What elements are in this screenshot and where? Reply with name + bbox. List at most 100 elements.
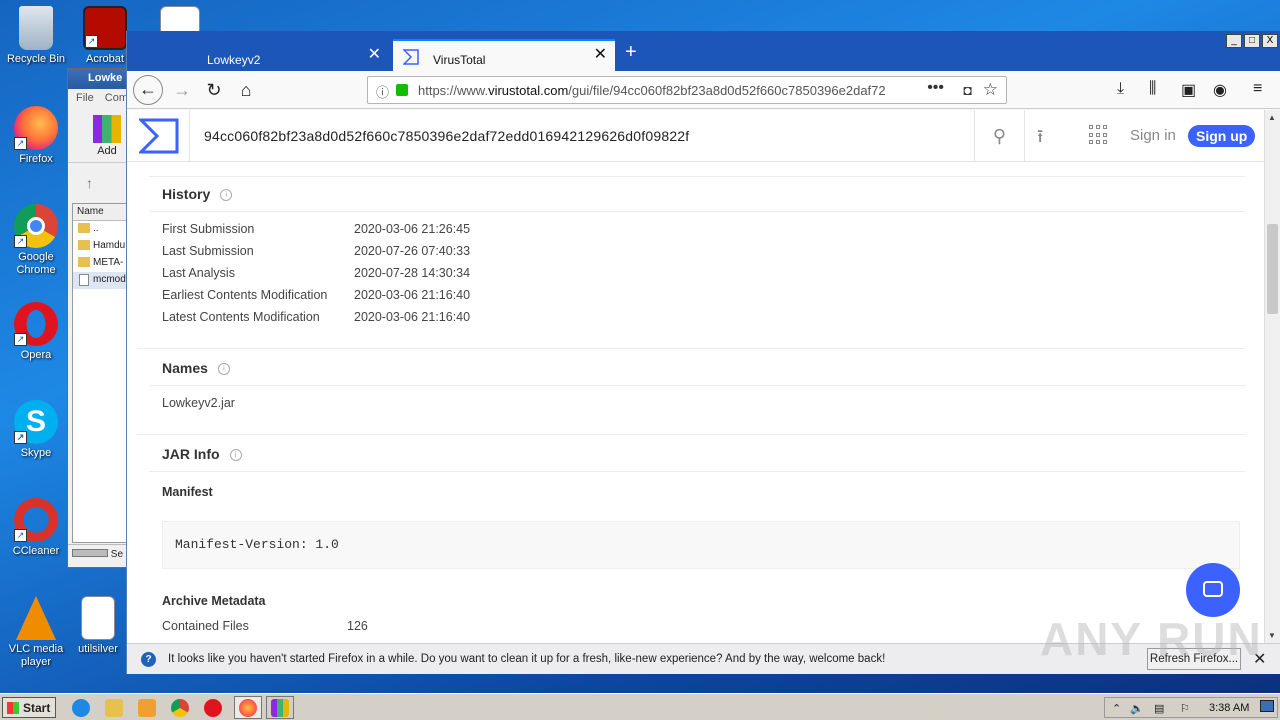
list-item[interactable]: META- bbox=[73, 255, 127, 272]
url-text[interactable]: https://www.virustotal.com/gui/file/94cc… bbox=[418, 83, 893, 98]
opera-taskbar-icon[interactable] bbox=[204, 699, 222, 717]
add-button-label: Add bbox=[97, 145, 117, 157]
account-icon[interactable]: ◉ bbox=[1213, 80, 1227, 100]
apps-grid-icon[interactable] bbox=[1089, 125, 1109, 145]
desktop-icon-utilsilver[interactable]: utilsilver bbox=[70, 596, 126, 656]
desktop-icon-acrobat[interactable]: ↗ Acrobat bbox=[77, 6, 133, 66]
row-key: Last Submission bbox=[162, 244, 254, 258]
row-value: 2020-03-06 21:16:40 bbox=[354, 288, 471, 302]
menu-icon[interactable]: ≡ bbox=[1253, 80, 1262, 98]
list-item[interactable]: .. bbox=[73, 221, 127, 238]
action-center-flag-icon[interactable]: ⚐ bbox=[1180, 702, 1190, 715]
winrar-taskbar-button[interactable] bbox=[266, 696, 294, 719]
search-icon[interactable]: ⚲ bbox=[975, 110, 1025, 162]
desktop-icon-label: Skype bbox=[20, 447, 52, 459]
media-player-icon[interactable] bbox=[138, 699, 156, 717]
tray-expand-icon[interactable]: ⌃ bbox=[1112, 702, 1121, 715]
tab-virustotal[interactable]: VirusTotal ✕ bbox=[393, 39, 615, 71]
word-document-icon bbox=[81, 596, 115, 640]
virustotal-favicon-icon bbox=[403, 49, 419, 65]
desktop-icon-label: Opera bbox=[20, 349, 52, 361]
file-name: mcmod bbox=[93, 274, 126, 285]
close-tab-icon[interactable]: ✕ bbox=[368, 47, 381, 63]
pocket-icon[interactable]: ◘ bbox=[964, 82, 972, 98]
ie-icon[interactable] bbox=[72, 699, 90, 717]
list-item[interactable]: Hamdu bbox=[73, 238, 127, 255]
virustotal-logo-icon[interactable] bbox=[139, 118, 179, 154]
windows-logo-icon bbox=[7, 702, 19, 714]
home-button[interactable]: ⌂ bbox=[233, 77, 259, 103]
menu-commands[interactable]: Com bbox=[105, 92, 128, 104]
reload-button[interactable]: ↻ bbox=[201, 77, 227, 103]
desktop-icon-recycle-bin[interactable]: Recycle Bin bbox=[1, 6, 71, 66]
firefox-window[interactable]: Lowkeyv2 ✕ VirusTotal ✕ + _ □ X ← → ↻ ⌂ … bbox=[126, 31, 1280, 674]
close-tab-icon[interactable]: ✕ bbox=[594, 47, 607, 63]
volume-icon[interactable]: 🔈 bbox=[1130, 702, 1144, 715]
sidebar-icon[interactable]: ▣ bbox=[1181, 80, 1196, 100]
shortcut-arrow-icon: ↗ bbox=[14, 431, 27, 444]
desktop-icon-ccleaner[interactable]: ↗ CCleaner bbox=[1, 498, 71, 558]
scroll-down-icon[interactable]: ▼ bbox=[1268, 631, 1276, 640]
notification-message: It looks like you haven't started Firefo… bbox=[168, 653, 886, 665]
list-item[interactable]: mcmod bbox=[73, 272, 127, 289]
column-header-name[interactable]: Name bbox=[73, 204, 127, 221]
downloads-icon[interactable]: ⤓ bbox=[1117, 80, 1124, 98]
scrollbar-thumb[interactable] bbox=[1267, 224, 1278, 314]
lock-icon[interactable] bbox=[396, 84, 408, 96]
info-icon[interactable]: i bbox=[220, 189, 233, 202]
forward-button[interactable]: → bbox=[169, 77, 195, 103]
new-tab-icon[interactable]: + bbox=[625, 41, 637, 64]
skype-icon: S ↗ bbox=[14, 400, 58, 444]
up-arrow-icon[interactable]: ↑ bbox=[86, 175, 93, 191]
divider bbox=[137, 348, 1245, 349]
url-bar[interactable]: ⓘ https://www.virustotal.com/gui/file/94… bbox=[367, 76, 1007, 104]
row-key: Latest Contents Modification bbox=[162, 310, 320, 324]
chrome-taskbar-icon[interactable] bbox=[171, 699, 189, 717]
menu-file[interactable]: File bbox=[76, 92, 94, 104]
vertical-scrollbar[interactable]: ▲ ▼ bbox=[1264, 110, 1280, 643]
page-content: 94cc060f82bf23a8d0d52f660c7850396e2daf72… bbox=[127, 110, 1265, 643]
back-button[interactable]: ← bbox=[133, 75, 163, 105]
upload-icon[interactable]: ⭱ bbox=[1037, 124, 1043, 154]
winrar-file-list[interactable]: Name .. Hamdu META- mcmod bbox=[72, 203, 128, 543]
shortcut-arrow-icon: ↗ bbox=[14, 137, 27, 150]
desktop-icon-firefox[interactable]: ↗ Firefox bbox=[1, 106, 71, 166]
chat-button[interactable] bbox=[1186, 563, 1240, 617]
explorer-icon[interactable] bbox=[105, 699, 123, 717]
scroll-up-icon[interactable]: ▲ bbox=[1268, 113, 1276, 122]
start-button[interactable]: Start bbox=[2, 697, 56, 718]
start-label: Start bbox=[23, 701, 51, 715]
firefox-taskbar-button[interactable] bbox=[234, 696, 262, 719]
show-desktop-icon[interactable] bbox=[1260, 700, 1274, 712]
opera-icon: ↗ bbox=[14, 302, 58, 346]
info-icon[interactable]: i bbox=[229, 449, 242, 462]
page-actions-icon[interactable]: ••• bbox=[927, 79, 944, 97]
desktop-icon-vlc[interactable]: VLC media player bbox=[1, 596, 71, 669]
desktop-icon-chrome[interactable]: ↗ Google Chrome bbox=[1, 204, 71, 277]
desktop-icon-skype[interactable]: S ↗ Skype bbox=[1, 400, 71, 460]
minimize-button[interactable]: _ bbox=[1226, 34, 1242, 48]
close-window-button[interactable]: X bbox=[1262, 34, 1278, 48]
clock[interactable]: 3:38 AM bbox=[1209, 702, 1249, 714]
search-input[interactable]: 94cc060f82bf23a8d0d52f660c7850396e2daf72… bbox=[189, 110, 975, 162]
site-info-icon[interactable]: ⓘ bbox=[376, 82, 389, 101]
desktop-icon-opera[interactable]: ↗ Opera bbox=[1, 302, 71, 362]
archive-metadata-subtitle: Archive Metadata bbox=[162, 594, 266, 608]
file-name: Hamdu bbox=[93, 240, 126, 251]
network-icon[interactable]: ▤ bbox=[1154, 702, 1164, 715]
firefox-icon: ↗ bbox=[14, 106, 58, 150]
vlc-icon bbox=[16, 596, 56, 640]
bookmark-star-icon[interactable]: ☆ bbox=[983, 80, 998, 100]
manifest-content: Manifest-Version: 1.0 bbox=[162, 521, 1240, 569]
row-value: 2020-07-26 07:40:33 bbox=[354, 244, 471, 258]
tab-lowkeyv2[interactable]: Lowkeyv2 ✕ bbox=[167, 39, 389, 71]
sign-up-button[interactable]: Sign up bbox=[1188, 125, 1256, 147]
sign-in-link[interactable]: Sign in bbox=[1130, 127, 1176, 144]
maximize-button[interactable]: □ bbox=[1244, 34, 1260, 48]
info-icon[interactable]: i bbox=[217, 363, 230, 376]
add-button[interactable]: Add bbox=[90, 115, 124, 157]
details-card: History i First Submission 2020-03-06 21:2… bbox=[137, 176, 1245, 636]
library-icon[interactable]: ⫼ bbox=[1149, 80, 1156, 98]
history-row: First Submission 2020-03-06 21:26:45 bbox=[162, 222, 470, 236]
history-row: Latest Contents Modification 2020-03-06 2… bbox=[162, 310, 470, 324]
